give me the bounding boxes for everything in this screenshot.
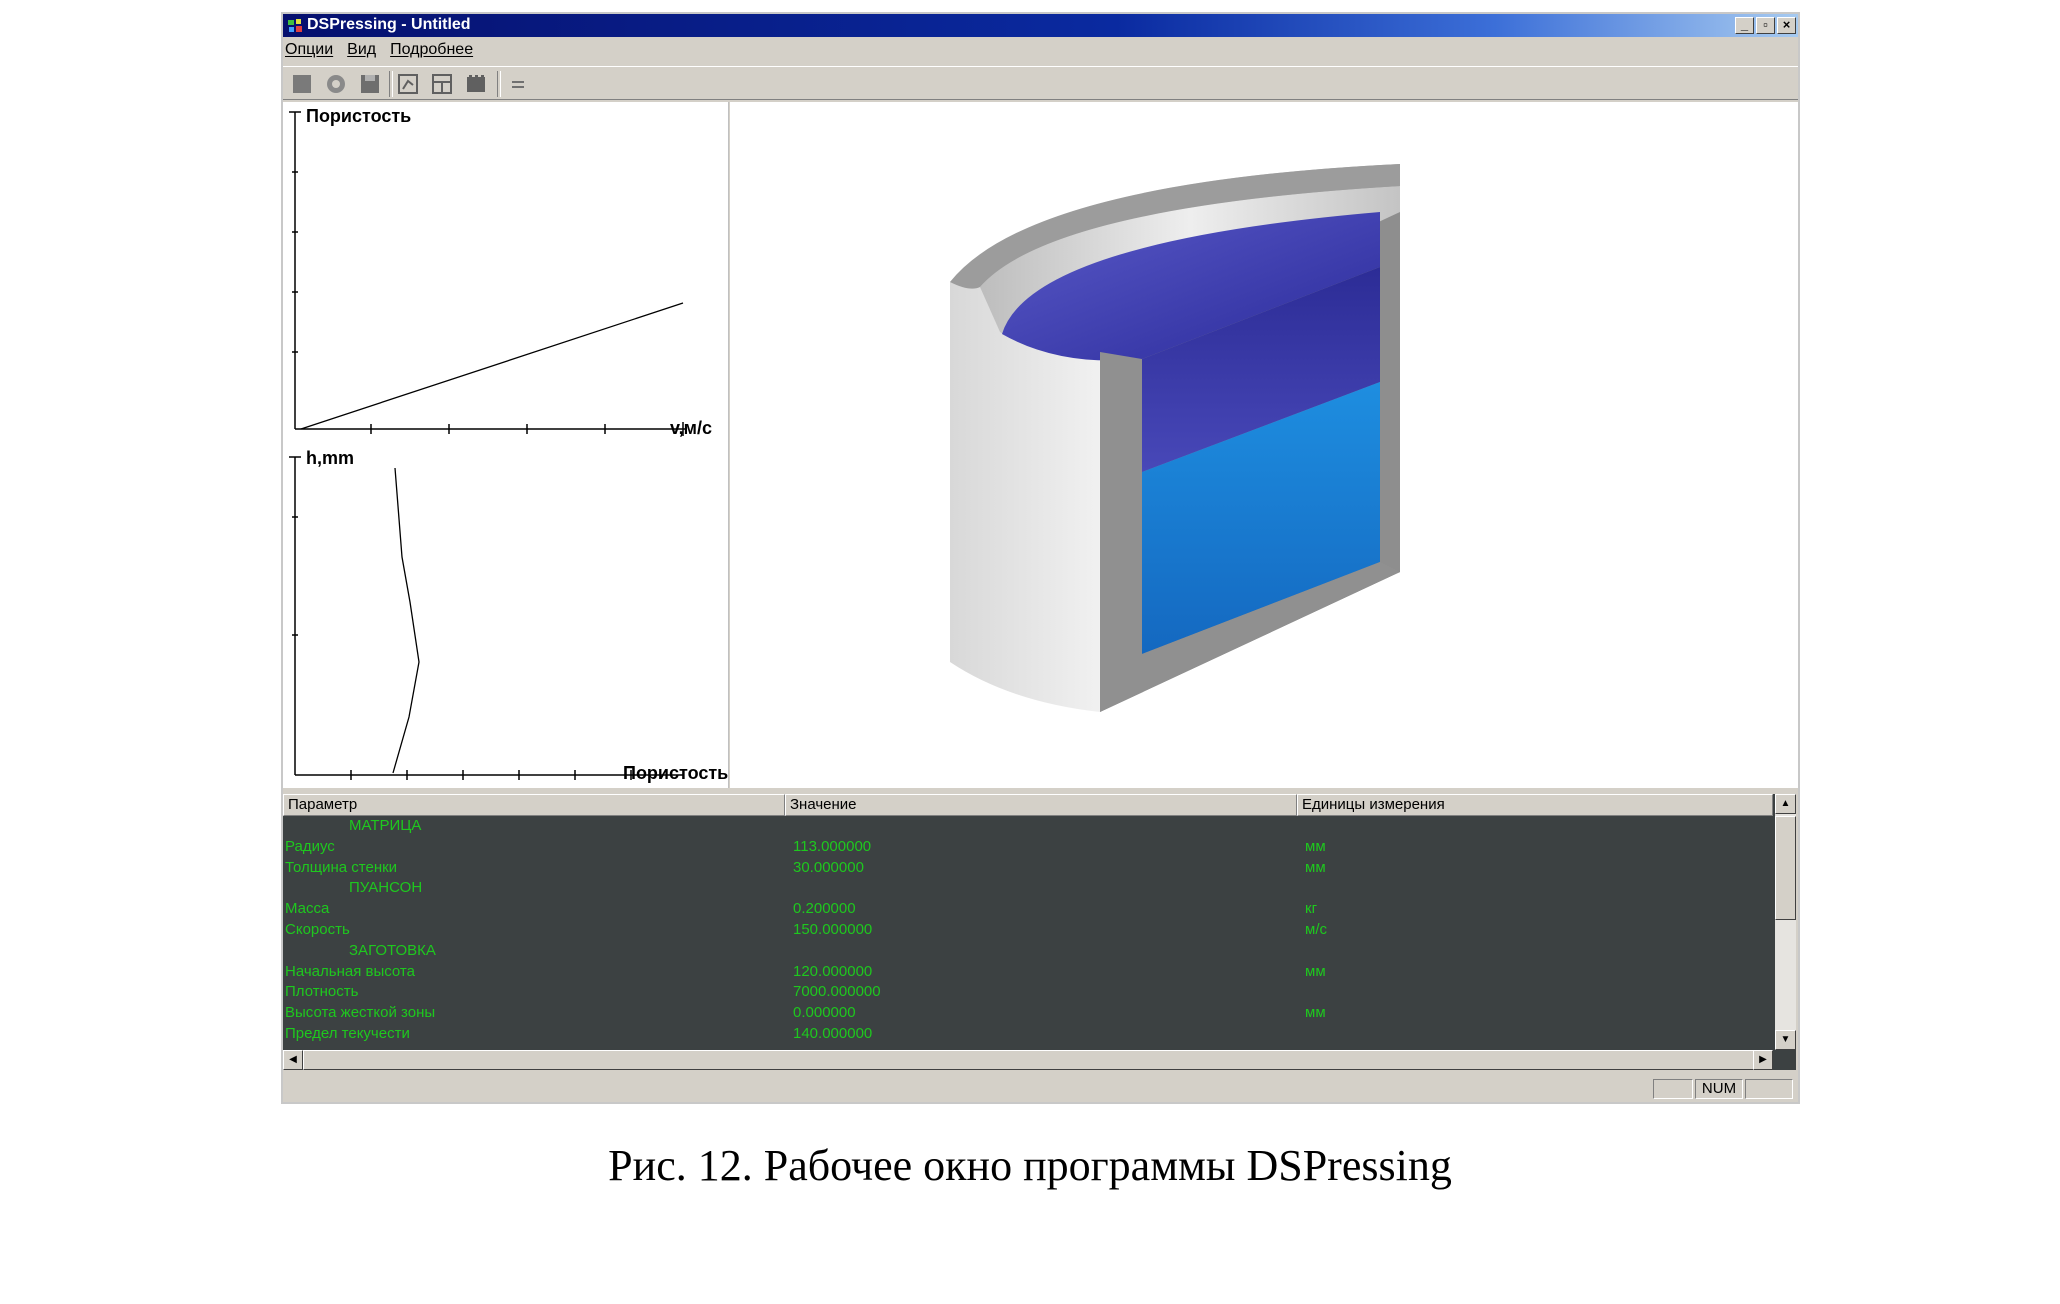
column-header-parameter[interactable]: Параметр [283, 794, 785, 816]
app-icon [288, 19, 302, 32]
menu-details[interactable]: Подробнее [390, 41, 473, 59]
scroll-left-icon[interactable]: ◀ [283, 1050, 303, 1070]
gear-icon[interactable] [323, 72, 349, 96]
graph-canvas [289, 111, 686, 780]
column-header-value[interactable]: Значение [785, 794, 1297, 816]
graphs-panel: Пористость v,м/с h,mm Пористость [283, 102, 729, 788]
table-row[interactable]: Масса 0.200000 кг [283, 899, 1773, 920]
restore-button[interactable]: ▫ [1756, 17, 1775, 34]
table-row[interactable]: ПУАНСОН [283, 878, 1773, 899]
scroll-up-icon[interactable]: ▲ [1775, 794, 1796, 814]
horizontal-scroll-thumb[interactable] [303, 1050, 1755, 1070]
window-title: DSPressing - Untitled [307, 16, 471, 33]
vertical-scrollbar[interactable]: ▲ ▼ [1775, 794, 1796, 1050]
menu-options[interactable]: Опции [285, 41, 333, 59]
status-bar: NUM [283, 1076, 1798, 1102]
parameter-table: Параметр Значение Единицы измерения МАТР… [283, 794, 1796, 1070]
table-row[interactable]: ЗАГОТОВКА [283, 941, 1773, 962]
bottom-graph-xlabel: Пористость [623, 763, 729, 783]
save-icon[interactable] [357, 72, 383, 96]
top-graph-xlabel: v,м/с [670, 418, 713, 438]
table-row[interactable]: Скорость 150.000000 м/с [283, 920, 1773, 941]
press-3d-model [950, 164, 1400, 712]
table-row[interactable]: Радиус 113.000000 мм [283, 837, 1773, 858]
table-row[interactable]: Плотность 7000.000000 [283, 982, 1773, 1003]
menu-view[interactable]: Вид [347, 41, 376, 59]
scroll-down-icon[interactable]: ▼ [1775, 1030, 1796, 1050]
table-row[interactable]: МАТРИЦА [283, 816, 1773, 837]
table-row[interactable]: Высота жесткой зоны 0.000000 мм [283, 1003, 1773, 1024]
film-icon[interactable] [463, 72, 489, 96]
menu-bar: Опции Вид Подробнее [283, 38, 1798, 62]
bottom-graph-ylabel: h,mm [306, 448, 355, 468]
status-num-indicator: NUM [1695, 1079, 1743, 1099]
graph-view-icon[interactable] [395, 72, 421, 96]
table-header: Параметр Значение Единицы измерения [283, 794, 1773, 816]
top-graph-ylabel: Пористость [306, 106, 412, 126]
scroll-right-icon[interactable]: ▶ [1753, 1050, 1773, 1070]
minimize-button[interactable]: _ [1735, 17, 1754, 34]
app-window: DSPressing - Untitled _ ▫ × Опции Вид По… [281, 12, 1800, 1104]
porosity-velocity-curve [300, 302, 684, 430]
vertical-scroll-thumb[interactable] [1775, 816, 1796, 920]
3d-view-panel [730, 102, 1798, 788]
figure-caption: Рис. 12. Рабочее окно программы DSPressi… [608, 1141, 1452, 1190]
horizontal-scrollbar[interactable]: ◀ ▶ [283, 1050, 1773, 1070]
table-row[interactable]: Начальная высота 120.000000 мм [283, 962, 1773, 983]
stop-icon[interactable] [289, 72, 315, 96]
close-button[interactable]: × [1777, 17, 1796, 34]
table-row[interactable]: Толщина стенки 30.000000 мм [283, 858, 1773, 879]
height-porosity-curve [392, 467, 420, 774]
toolbar [283, 66, 1798, 100]
table-row[interactable]: Предел текучести 140.000000 [283, 1024, 1773, 1045]
table-view-icon[interactable] [429, 72, 455, 96]
title-bar[interactable]: DSPressing - Untitled _ ▫ × [283, 14, 1798, 37]
table-body: МАТРИЦА Радиус 113.000000 мм Толщина стенк… [283, 816, 1773, 1050]
column-header-units[interactable]: Единицы измерения [1297, 794, 1773, 816]
status-panel-empty-2 [1745, 1079, 1793, 1099]
equals-icon[interactable] [505, 72, 531, 96]
status-panel-empty [1653, 1079, 1693, 1099]
